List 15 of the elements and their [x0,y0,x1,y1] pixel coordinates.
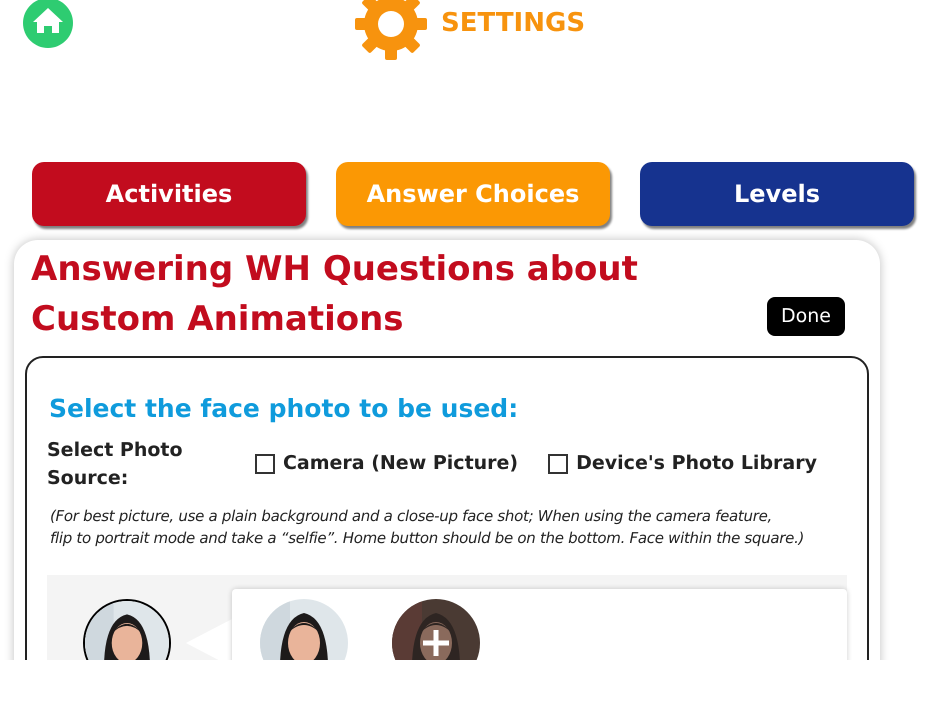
tab[interactable]: Activities [32,162,306,226]
page-title: SETTINGS [441,7,586,40]
section-heading: Select the face photo to be used: [48,393,520,425]
done-button[interactable]: Done [767,297,845,336]
panel-title: Answering WH Questions about [31,248,638,291]
instruction-text: flip to portrait mode and take a “selfie”. Home button should be on the bottom. Face within the square.) [50,528,806,548]
source-label: Select Photo Source: [47,438,184,491]
instruction-text: (For best picture, use a plain background and a close-up face shot; When using the camera feature, [50,506,773,526]
checkbox[interactable] [254,454,275,474]
source-option[interactable]: Device's Photo Library [548,450,817,478]
panel-title: Custom Animations [31,298,405,341]
checkbox[interactable] [548,454,568,474]
plus-icon[interactable] [420,628,451,658]
tab[interactable]: Levels [640,162,914,226]
source-option[interactable]: Camera (New Picture) [254,450,518,478]
